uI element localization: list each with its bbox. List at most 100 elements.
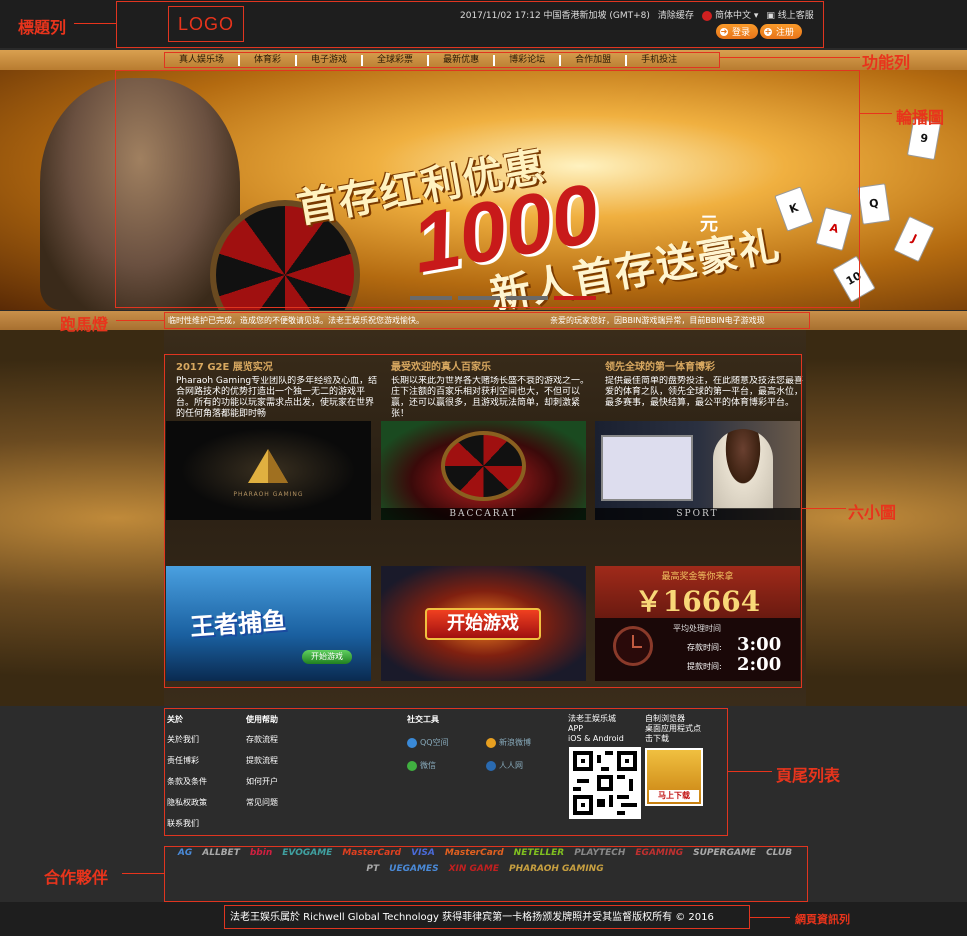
withdraw-time: 2:00 [737, 654, 782, 675]
tile-start-game[interactable]: 开始游戏 [381, 566, 586, 681]
nav-item-live-casino[interactable]: 真人娱乐场 [165, 54, 241, 66]
qr-code-pattern [573, 751, 637, 815]
social-weibo[interactable]: 新浪微博 [486, 737, 531, 748]
carousel-indicators [410, 296, 596, 300]
footer-link-contact[interactable]: 联系我们 [167, 818, 207, 829]
annotation-label-marquee: 跑馬燈 [60, 315, 109, 334]
feature-title: 领先全球的第一体育博彩 [605, 362, 715, 373]
social-label: 微信 [420, 761, 436, 770]
nav-item-lottery[interactable]: 全球彩票 [363, 54, 430, 66]
tile-pharaoh-gaming[interactable]: PHARAOH GAMING [166, 421, 371, 520]
app-line: APP [568, 724, 584, 733]
social-wechat[interactable]: 微信 [407, 760, 436, 771]
datetime-text: 2017/11/02 17:12 中国香港新加坡 (GMT+8) [460, 11, 650, 21]
partner-logo[interactable]: SUPERGAME [693, 848, 756, 858]
annotation-line [720, 57, 860, 58]
footer-link-open-account[interactable]: 如何开户 [246, 776, 278, 787]
weibo-icon [486, 737, 496, 748]
partner-logo[interactable]: CLUB [766, 848, 792, 858]
annotation-label-nav: 功能列 [862, 53, 911, 72]
clear-cache-link[interactable]: 清除缓存 [658, 8, 694, 21]
footer-link-responsible[interactable]: 责任博彩 [167, 755, 207, 766]
browser-download-image[interactable]: 马上下载 [645, 748, 703, 806]
footer-link-withdraw[interactable]: 提款流程 [246, 755, 278, 766]
carousel-dot-active[interactable] [554, 296, 596, 300]
footer-col-about: 关於 关於我们 责任博彩 条款及条件 隐私权政策 联系我们 [167, 714, 207, 839]
annotation-line [802, 508, 846, 509]
partner-logo[interactable]: MasterCard [342, 848, 401, 858]
renren-icon [486, 760, 496, 771]
roulette-icon [441, 431, 526, 501]
footer-link-terms[interactable]: 条款及条件 [167, 776, 207, 787]
header-bar: LOGO 2017/11/02 17:12 中国香港新加坡 (GMT+8) 清除… [0, 0, 967, 48]
partner-logo[interactable]: bbin [250, 848, 272, 858]
tile-jackpot[interactable]: 最高奖金等你来拿 ￥16664 平均处理时间 存款时间: 3:00 提款时间: … [595, 566, 800, 681]
browser-line: 自制浏览器 [645, 714, 685, 723]
register-button[interactable]: + 注册 [760, 24, 803, 39]
footer-link-about[interactable]: 关於我们 [167, 734, 207, 745]
china-flag-icon [701, 10, 712, 21]
footer-link-privacy[interactable]: 隐私权政策 [167, 797, 207, 808]
feature-text: Pharaoh Gaming专业团队的多年经验及心血，结合网路技术的优势打造出一… [176, 376, 378, 419]
tile-baccarat[interactable]: BACCARAT [381, 421, 586, 520]
login-icon: ➜ [720, 26, 728, 36]
pyramid-logo-icon [248, 449, 288, 483]
social-qzone[interactable]: QQ空间 [407, 737, 449, 748]
partner-logo[interactable]: PLAYTECH [574, 848, 625, 858]
site-logo[interactable]: LOGO [168, 6, 244, 42]
annotation-label-tiles: 六小圖 [848, 503, 897, 522]
partner-logo[interactable]: ALLBET [202, 848, 240, 858]
browser-line: 桌面应用程式点 [645, 724, 701, 733]
qr-code-icon[interactable] [569, 747, 641, 819]
nav-item-sports[interactable]: 体育彩 [240, 54, 298, 66]
carousel-dot[interactable] [506, 296, 548, 300]
nav-item-mobile[interactable]: 手机投注 [627, 55, 691, 66]
social-label: 新浪微博 [499, 738, 531, 747]
partner-logo[interactable]: EVOGAME [282, 848, 332, 858]
tile-caption: BACCARAT [381, 508, 586, 520]
nav-item-slots[interactable]: 电子游戏 [297, 54, 364, 66]
tile-fishing-king[interactable]: 王者捕鱼 开始游戏 [166, 566, 371, 681]
top-info-bar: 2017/11/02 17:12 中国香港新加坡 (GMT+8) 清除缓存 简体… [460, 8, 814, 21]
fishing-start-button[interactable]: 开始游戏 [302, 650, 352, 664]
nav-item-partnership[interactable]: 合作加盟 [561, 54, 628, 66]
social-renren[interactable]: 人人网 [486, 760, 523, 771]
partner-logo[interactable]: PT [366, 864, 379, 874]
carousel-dot[interactable] [410, 296, 452, 300]
athlete-image [713, 429, 773, 509]
feature-text: 长期以来此为世界各大赌场长盛不衰的游戏之一。庄下注额的百家乐相对获利空间也大，不… [391, 376, 590, 419]
nav-item-promotions[interactable]: 最新优惠 [429, 54, 496, 66]
feature-title: 最受欢迎的真人百家乐 [391, 362, 491, 373]
partner-logo[interactable]: NETELLER [514, 848, 565, 858]
banner-carousel[interactable]: K A Q J 10 9 首存红利优惠 1000 元 新人首存送豪礼 [0, 70, 967, 310]
download-now-button[interactable]: 马上下载 [649, 790, 699, 802]
social-label: 人人网 [499, 761, 523, 770]
annotation-label-footer: 頁尾列表 [776, 766, 841, 785]
footer-link-deposit[interactable]: 存款流程 [246, 734, 278, 745]
copyright-text: 法老王娱乐属於 Richwell Global Technology 获得菲律宾… [230, 912, 714, 923]
register-label: 注册 [776, 28, 795, 38]
partner-logo[interactable]: EGAMING [635, 848, 683, 858]
tile-caption: SPORT [595, 508, 800, 520]
nav-item-forum[interactable]: 博彩论坛 [495, 54, 562, 66]
partner-logo[interactable]: XIN GAME [449, 864, 499, 874]
language-selector[interactable]: 简体中文 ▾ [701, 8, 758, 21]
app-line: 法老王娱乐城 [568, 714, 616, 723]
partner-logo[interactable]: PHARAOH GAMING [509, 864, 604, 874]
partner-logo[interactable]: VISA [411, 848, 435, 858]
support-link[interactable]: ▣ 线上客服 [766, 8, 813, 21]
jackpot-amount: ￥16664 [634, 585, 761, 618]
footer-link-faq[interactable]: 常见问题 [246, 797, 278, 808]
login-button[interactable]: ➜ 登录 [716, 24, 759, 39]
annotation-line [116, 320, 164, 321]
partner-logo[interactable]: MasterCard [445, 848, 504, 858]
carousel-dot[interactable] [458, 296, 500, 300]
marquee-text: 临时性维护已完成，造成您的不便敬请见谅。法老王娱乐祝您游戏愉快。 [168, 316, 424, 325]
deposit-label: 存款时间: [687, 643, 722, 652]
social-label: QQ空间 [420, 738, 449, 747]
feature-col-sport: 领先全球的第一体育博彩 提供最佳简单的盘势投注，在此随意及技法您最喜爱的体育之队… [605, 358, 810, 420]
partner-logo[interactable]: AG [178, 848, 192, 858]
partner-logo[interactable]: UEGAMES [389, 864, 438, 874]
annotation-line [122, 873, 164, 874]
tile-sport[interactable]: SPORT [595, 421, 800, 520]
